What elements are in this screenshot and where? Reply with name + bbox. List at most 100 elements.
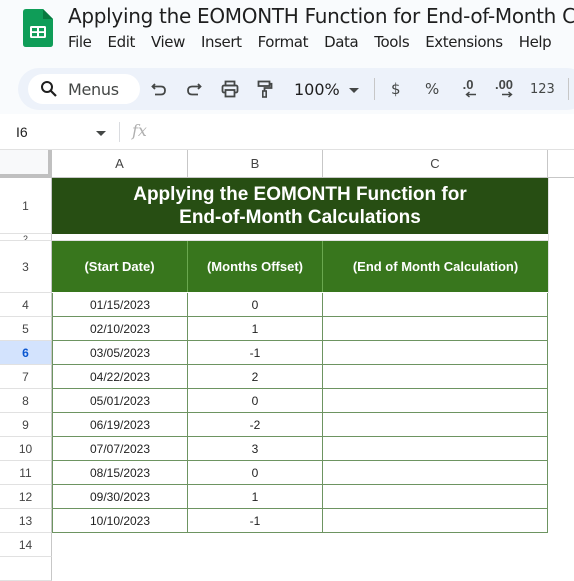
sheet-title-line2: End-of-Month Calculations <box>179 207 421 228</box>
row-header[interactable]: 4 <box>0 293 52 317</box>
undo-button[interactable] <box>148 78 170 100</box>
cell-months-offset[interactable]: -1 <box>188 341 323 365</box>
cell-end-of-month[interactable] <box>323 317 548 341</box>
currency-format-button[interactable]: $ <box>391 80 401 98</box>
spreadsheet-grid[interactable]: A B C 1 2 3 4 5 6 7 8 9 10 11 12 13 14 A… <box>0 150 574 581</box>
cell-end-of-month[interactable] <box>323 341 548 365</box>
menu-view[interactable]: View <box>151 33 185 51</box>
cell-end-of-month[interactable] <box>323 389 548 413</box>
menu-format[interactable]: Format <box>258 33 309 51</box>
decrease-decimal-label: .0 <box>462 77 474 92</box>
row-header[interactable]: 2 <box>0 234 52 241</box>
increase-decimal-button[interactable]: .00 <box>491 77 517 99</box>
paint-format-icon <box>257 80 273 98</box>
row-header[interactable]: 9 <box>0 413 52 437</box>
cell-start-date[interactable]: 10/10/2023 <box>52 509 188 533</box>
cell-months-offset[interactable]: 1 <box>188 317 323 341</box>
menu-file[interactable]: File <box>68 33 92 51</box>
name-box-dropdown-icon[interactable] <box>96 131 106 136</box>
header-months-offset[interactable]: (Months Offset) <box>188 241 323 292</box>
cell-start-date[interactable]: 03/05/2023 <box>52 341 188 365</box>
cell-months-offset[interactable]: 1 <box>188 485 323 509</box>
row-header[interactable]: 7 <box>0 365 52 389</box>
cell-months-offset[interactable]: 0 <box>188 293 323 317</box>
menu-bar: File Edit View Insert Format Data Tools … <box>68 33 567 51</box>
cell-end-of-month[interactable] <box>323 509 548 533</box>
cell-months-offset[interactable]: 0 <box>188 461 323 485</box>
row-header[interactable]: 1 <box>0 178 52 234</box>
row-header[interactable]: 5 <box>0 317 52 341</box>
print-icon <box>221 80 239 98</box>
arrow-left-icon <box>465 91 476 98</box>
search-icon <box>41 81 57 97</box>
row-header[interactable]: 11 <box>0 461 52 485</box>
row-header[interactable]: 12 <box>0 485 52 509</box>
cell-end-of-month[interactable] <box>323 365 548 389</box>
menu-extensions[interactable]: Extensions <box>425 33 503 51</box>
percent-format-button[interactable]: % <box>425 80 439 98</box>
column-header-d[interactable] <box>548 150 574 178</box>
cell-start-date[interactable]: 07/07/2023 <box>52 437 188 461</box>
column-header-a[interactable]: A <box>52 150 188 178</box>
search-menus-button[interactable]: Menus <box>28 74 140 104</box>
name-box[interactable]: I6 <box>16 124 28 140</box>
cell-start-date[interactable]: 05/01/2023 <box>52 389 188 413</box>
cell-start-date[interactable]: 06/19/2023 <box>52 413 188 437</box>
column-header-b[interactable]: B <box>188 150 323 178</box>
cell-end-of-month[interactable] <box>323 413 548 437</box>
sheet-title-cell[interactable]: Applying the EOMONTH Function for End-of… <box>52 178 548 234</box>
document-title[interactable]: Applying the EOMONTH Function for End-of… <box>68 4 574 28</box>
redo-button[interactable] <box>183 78 205 100</box>
more-formats-button[interactable]: 123 <box>530 82 555 97</box>
decrease-decimal-button[interactable]: .0 <box>456 77 480 99</box>
menu-edit[interactable]: Edit <box>108 33 136 51</box>
sheet-title-line1: Applying the EOMONTH Function for <box>133 184 467 205</box>
zoom-dropdown-icon[interactable] <box>349 88 359 94</box>
menu-help[interactable]: Help <box>519 33 552 51</box>
header-start-date[interactable]: (Start Date) <box>52 241 188 292</box>
row-header[interactable]: 8 <box>0 389 52 413</box>
menu-insert[interactable]: Insert <box>201 33 242 51</box>
cell-months-offset[interactable]: -2 <box>188 413 323 437</box>
cell-start-date[interactable]: 09/30/2023 <box>52 485 188 509</box>
zoom-select[interactable]: 100% <box>294 80 340 99</box>
row-header[interactable]: 10 <box>0 437 52 461</box>
toolbar-divider <box>568 78 569 100</box>
cell-months-offset[interactable]: 2 <box>188 365 323 389</box>
cell-end-of-month[interactable] <box>323 437 548 461</box>
toolbar-area: Menus 100% $ % .0 .00 123 <box>0 64 574 114</box>
select-all-corner[interactable] <box>0 150 52 178</box>
increase-decimal-label: .00 <box>494 77 514 92</box>
cell-months-offset[interactable]: 3 <box>188 437 323 461</box>
cell-start-date[interactable]: 08/15/2023 <box>52 461 188 485</box>
cell-end-of-month[interactable] <box>323 461 548 485</box>
paint-format-button[interactable] <box>254 78 276 100</box>
row-header[interactable]: 14 <box>0 533 52 557</box>
redo-icon <box>187 83 202 96</box>
menu-data[interactable]: Data <box>324 33 359 51</box>
menu-tools[interactable]: Tools <box>374 33 409 51</box>
google-sheets-logo-icon[interactable] <box>23 9 53 47</box>
formula-bar-divider <box>119 122 120 142</box>
cell-end-of-month[interactable] <box>323 485 548 509</box>
toolbar-divider <box>374 78 375 100</box>
cell-start-date[interactable]: 01/15/2023 <box>52 293 188 317</box>
toolbar: Menus 100% $ % .0 .00 123 <box>18 68 574 110</box>
cell-start-date[interactable]: 02/10/2023 <box>52 317 188 341</box>
search-menus-label: Menus <box>68 79 119 99</box>
gridline <box>548 178 549 293</box>
cell-months-offset[interactable]: -1 <box>188 509 323 533</box>
row-header[interactable] <box>0 557 52 581</box>
column-header-c[interactable]: C <box>323 150 548 178</box>
print-button[interactable] <box>219 78 241 100</box>
fx-icon: fx <box>132 121 147 140</box>
cell-end-of-month[interactable] <box>323 293 548 317</box>
title-bar: Applying the EOMONTH Function for End-of… <box>0 0 574 64</box>
row-header[interactable]: 3 <box>0 241 52 293</box>
cell-months-offset[interactable]: 0 <box>188 389 323 413</box>
row-header[interactable]: 13 <box>0 509 52 533</box>
row-2-cells[interactable] <box>52 234 548 241</box>
header-end-of-month[interactable]: (End of Month Calculation) <box>323 241 548 292</box>
row-header-selected[interactable]: 6 <box>0 341 52 365</box>
cell-start-date[interactable]: 04/22/2023 <box>52 365 188 389</box>
